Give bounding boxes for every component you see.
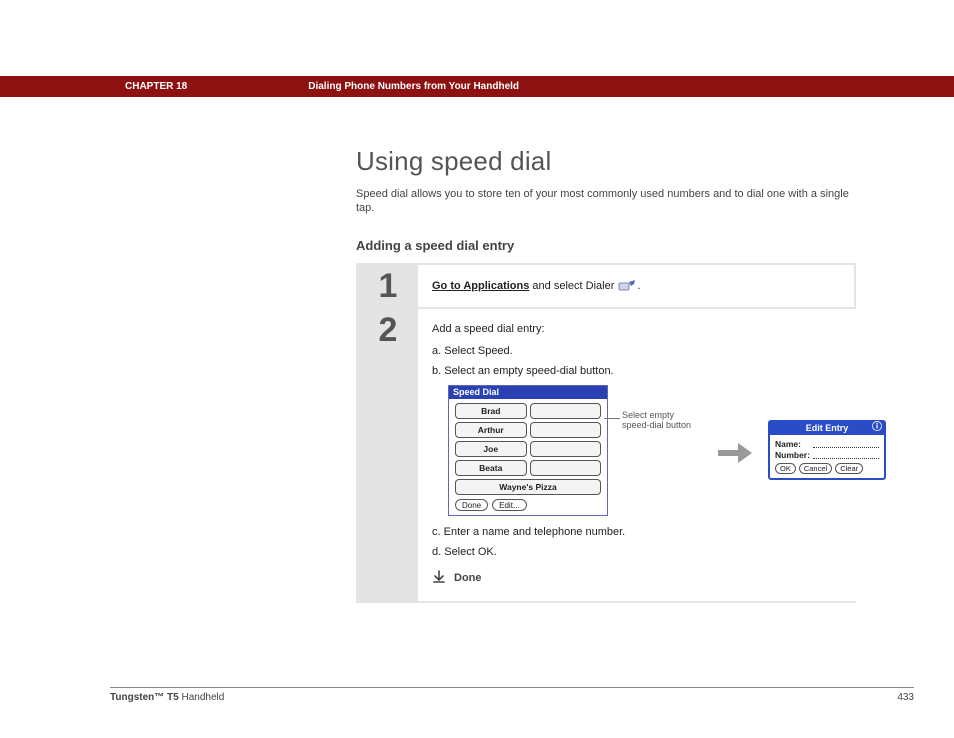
speed-dial-titlebar: Speed Dial [449, 386, 607, 399]
speed-dial-entry[interactable]: Wayne's Pizza [455, 479, 601, 495]
product-name: Tungsten™ T5 Handheld [110, 692, 224, 703]
done-button[interactable]: Done [455, 499, 488, 511]
section-heading: Adding a speed dial entry [356, 238, 913, 253]
ok-button[interactable]: OK [775, 463, 796, 474]
edit-entry-body: Name: Number: OK Cancel Clear [770, 435, 884, 478]
number-label: Number: [775, 450, 813, 460]
speed-dial-entry[interactable]: Brad [455, 403, 527, 419]
arrow-icon [716, 440, 754, 469]
speed-dial-body: Brad Arthur Joe Beata Wayne's Pizza [449, 399, 607, 515]
clear-button[interactable]: Clear [835, 463, 863, 474]
speed-dial-entry[interactable]: Arthur [455, 422, 527, 438]
callout-leader-line [604, 418, 620, 419]
speed-dial-entry[interactable]: Beata [455, 460, 527, 476]
speed-dial-empty[interactable] [530, 403, 602, 419]
speed-dial-title: Speed Dial [453, 387, 499, 397]
figure-row: Speed Dial Brad Arthur Joe Beata [448, 385, 886, 516]
speed-dial-empty[interactable] [530, 441, 602, 457]
done-label: Done [454, 572, 482, 584]
product-name-bold: Tungsten™ T5 [110, 692, 179, 703]
step2-item-b: b. Select an empty speed-dial button. [432, 365, 886, 377]
speed-dial-empty[interactable] [530, 460, 602, 476]
edit-entry-title: Edit Entry [806, 423, 849, 433]
callout-label: Select empty speed-dial button [622, 410, 691, 431]
intro-text: Speed dial allows you to store ten of yo… [356, 187, 856, 216]
main-content: Using speed dial Speed dial allows you t… [356, 146, 913, 603]
page-footer: Tungsten™ T5 Handheld 433 [110, 687, 914, 703]
step-body-2: Add a speed dial entry: a. Select Speed.… [418, 309, 900, 601]
step1-text-a: and select Dialer [529, 280, 617, 292]
page-number: 433 [897, 692, 914, 703]
page-title: Using speed dial [356, 146, 913, 177]
done-arrow-icon [432, 570, 446, 587]
callout-text: Select empty speed-dial button [622, 410, 702, 432]
chapter-title: Dialing Phone Numbers from Your Handheld [308, 81, 519, 92]
done-marker: Done [432, 570, 886, 587]
name-input[interactable] [813, 439, 879, 448]
speed-dial-empty[interactable] [530, 422, 602, 438]
edit-entry-panel: Edit Entry ⓘ Name: Number: [768, 420, 886, 480]
step2-list-cd: c. Enter a name and telephone number. d.… [432, 526, 886, 558]
step2-item-d: d. Select OK. [432, 546, 886, 558]
step-number: 1 [358, 265, 418, 307]
name-label: Name: [775, 439, 813, 449]
steps-container: 1 Go to Applications and select Dialer .… [356, 263, 856, 603]
speed-dial-bottom-buttons: Done Edit... [455, 499, 601, 511]
number-field-row: Number: [775, 450, 879, 460]
number-input[interactable] [813, 450, 879, 459]
product-name-rest: Handheld [179, 692, 225, 703]
goto-applications-link[interactable]: Go to Applications [432, 280, 529, 292]
edit-entry-titlebar: Edit Entry ⓘ [770, 422, 884, 435]
name-field-row: Name: [775, 439, 879, 449]
edit-button[interactable]: Edit... [492, 499, 526, 511]
speed-dial-grid: Brad Arthur Joe Beata Wayne's Pizza [455, 403, 601, 495]
info-icon[interactable]: ⓘ [872, 422, 882, 434]
step1-text-b: . [637, 280, 640, 292]
step-row-2: 2 Add a speed dial entry: a. Select Spee… [358, 309, 854, 601]
chapter-label: CHAPTER 18 [125, 81, 187, 92]
step2-item-a: a. Select Speed. [432, 345, 886, 357]
step-number: 2 [358, 309, 418, 601]
speed-dial-panel: Speed Dial Brad Arthur Joe Beata [448, 385, 608, 516]
step-row-1: 1 Go to Applications and select Dialer . [358, 265, 854, 307]
step2-lead: Add a speed dial entry: [432, 323, 886, 335]
cancel-button[interactable]: Cancel [799, 463, 832, 474]
chapter-header: CHAPTER 18 Dialing Phone Numbers from Yo… [0, 76, 954, 97]
step-body-1: Go to Applications and select Dialer . [418, 265, 854, 307]
speed-dial-entry[interactable]: Joe [455, 441, 527, 457]
edit-entry-buttons: OK Cancel Clear [775, 463, 879, 474]
step2-item-c: c. Enter a name and telephone number. [432, 526, 886, 538]
step2-list: a. Select Speed. b. Select an empty spee… [432, 345, 886, 377]
dialer-icon [617, 279, 637, 293]
